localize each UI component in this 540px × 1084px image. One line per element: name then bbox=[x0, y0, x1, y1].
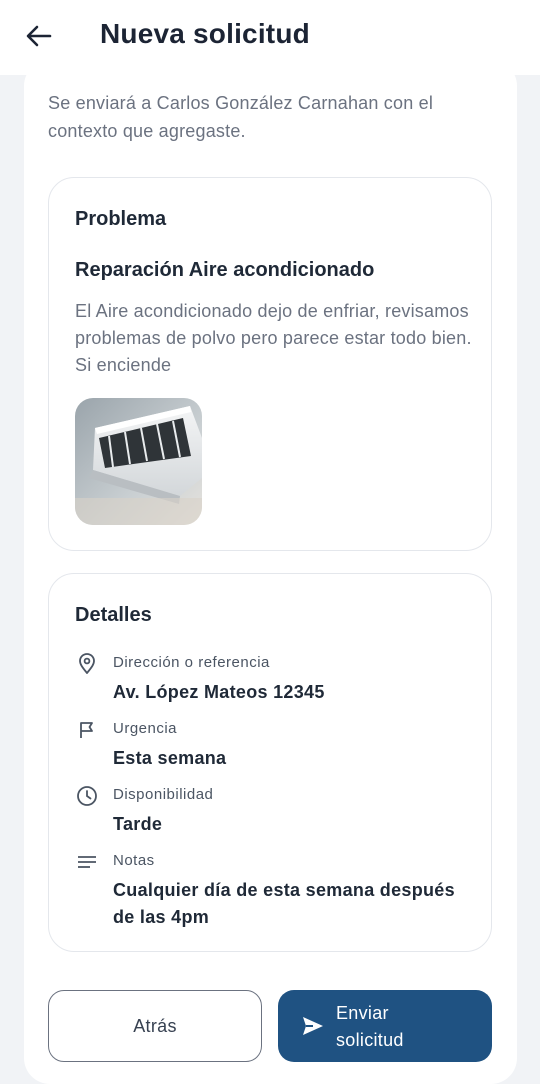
problem-title: Reparación Aire acondicionado bbox=[75, 259, 375, 281]
details-heading: Detalles bbox=[75, 604, 152, 626]
send-label: Enviar solicitud bbox=[336, 1003, 404, 1050]
location-pin-icon bbox=[75, 652, 99, 676]
notes-icon bbox=[75, 850, 99, 874]
send-request-button[interactable]: Enviar solicitud bbox=[278, 990, 492, 1062]
detail-label: Urgencia bbox=[113, 720, 178, 737]
details-card: Detalles Dirección o referencia Av. Lópe… bbox=[48, 573, 492, 952]
intro-text: Se enviará a Carlos González Carnahan co… bbox=[48, 93, 434, 141]
app-header: Nueva solicitud bbox=[0, 0, 540, 75]
air-conditioner-photo[interactable] bbox=[75, 398, 202, 525]
detail-value: Av. López Mateos 12345 bbox=[113, 682, 325, 702]
clock-icon bbox=[75, 784, 99, 808]
detail-label: Dirección o referencia bbox=[113, 654, 270, 671]
back-button[interactable] bbox=[22, 18, 56, 54]
problem-card: Problema Reparación Aire acondicionado E… bbox=[48, 177, 492, 551]
detail-label: Disponibilidad bbox=[113, 786, 214, 803]
problem-heading: Problema bbox=[75, 208, 167, 230]
detail-value: Cualquier día de esta semana después de … bbox=[113, 880, 455, 927]
send-icon bbox=[303, 1017, 323, 1035]
detail-value: Esta semana bbox=[113, 748, 227, 768]
flag-icon bbox=[75, 718, 99, 742]
back-step-button[interactable]: Atrás bbox=[48, 990, 262, 1062]
detail-value: Tarde bbox=[113, 814, 163, 834]
arrow-left-icon bbox=[26, 25, 52, 47]
problem-description: El Aire acondicionado dejo de enfriar, r… bbox=[75, 301, 472, 375]
detail-label: Notas bbox=[113, 852, 155, 869]
page-title: Nueva solicitud bbox=[100, 18, 310, 49]
